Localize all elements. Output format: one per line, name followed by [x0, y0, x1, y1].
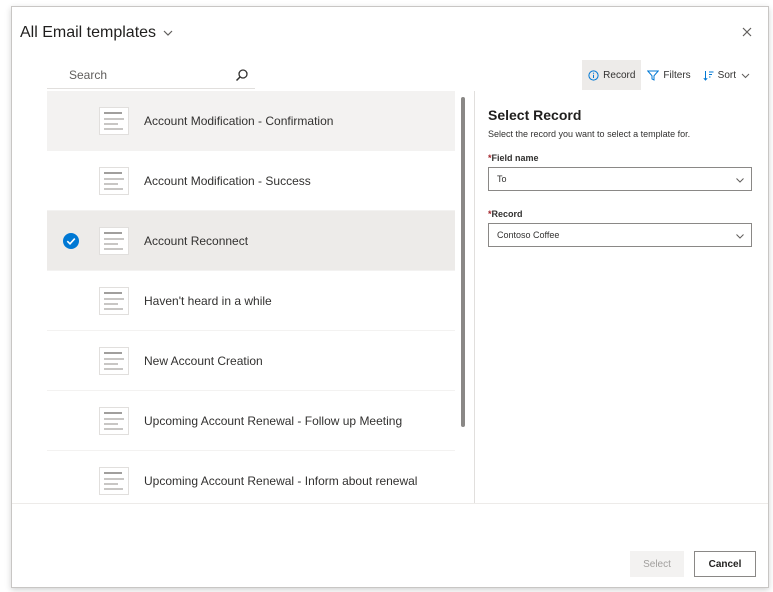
close-icon[interactable]: [740, 25, 754, 39]
template-name: Haven't heard in a while: [144, 293, 272, 308]
template-name: Account Modification - Confirmation: [144, 113, 334, 128]
sort-button-label: Sort: [717, 69, 736, 81]
list-scrollbar[interactable]: [461, 97, 465, 427]
template-thumbnail: [99, 287, 129, 315]
template-list: Account Modification - Confirmation Acco…: [47, 91, 455, 503]
dialog-title: All Email templates: [20, 24, 157, 41]
template-name: New Account Creation: [144, 353, 263, 368]
select-record-panel: Select Record Select the record you want…: [488, 107, 758, 265]
select-button[interactable]: Select: [630, 551, 684, 577]
template-name: Upcoming Account Renewal - Follow up Mee…: [144, 413, 403, 428]
template-item-selected[interactable]: Account Reconnect: [47, 211, 455, 271]
dialog-header: All Email templates: [12, 7, 768, 55]
template-category-dropdown[interactable]: All Email templates: [20, 24, 174, 42]
sort-button[interactable]: Sort: [697, 60, 756, 90]
filter-icon: [647, 70, 660, 81]
chevron-down-icon: [736, 178, 744, 183]
template-item[interactable]: Account Modification - Success: [47, 151, 455, 211]
search-box: [47, 62, 255, 89]
template-thumbnail: [99, 167, 129, 195]
record-value: Contoso Coffee: [497, 230, 560, 240]
email-templates-dialog: All Email templates Record: [11, 6, 769, 588]
record-select[interactable]: Contoso Coffee: [488, 223, 752, 247]
search-input[interactable]: [47, 67, 227, 83]
chevron-down-icon: [741, 73, 750, 78]
template-name: Upcoming Account Renewal - Inform about …: [144, 473, 418, 488]
template-item[interactable]: Upcoming Account Renewal - Follow up Mee…: [47, 391, 455, 451]
template-thumbnail: [99, 107, 129, 135]
template-thumbnail: [99, 227, 129, 255]
chevron-down-icon: [736, 234, 744, 239]
template-thumbnail: [99, 347, 129, 375]
template-item[interactable]: New Account Creation: [47, 331, 455, 391]
cancel-button[interactable]: Cancel: [694, 551, 756, 577]
template-thumbnail: [99, 407, 129, 435]
panel-description: Select the record you want to select a t…: [488, 129, 691, 139]
template-name: Account Reconnect: [144, 233, 249, 248]
record-label: *Record: [488, 209, 523, 219]
template-name: Account Modification - Success: [144, 173, 311, 188]
dialog-footer: Select Cancel: [630, 551, 756, 577]
toolbar: Record Filters Sort: [582, 60, 756, 90]
sort-icon: [703, 70, 714, 81]
record-button-label: Record: [603, 69, 636, 81]
template-item[interactable]: Account Modification - Confirmation: [47, 91, 455, 151]
filters-button[interactable]: Filters: [641, 60, 696, 90]
field-name-select[interactable]: To: [488, 167, 752, 191]
footer-divider: [12, 503, 768, 504]
record-button[interactable]: Record: [582, 60, 642, 90]
template-thumbnail: [99, 467, 129, 495]
panel-title: Select Record: [488, 107, 582, 123]
search-icon[interactable]: [235, 68, 249, 82]
field-name-label: *Field name: [488, 153, 539, 163]
panel-divider: [474, 91, 475, 503]
filters-button-label: Filters: [663, 69, 691, 81]
chevron-down-icon: [163, 30, 173, 36]
checkmark-circle-icon[interactable]: [63, 233, 79, 249]
field-name-value: To: [497, 174, 507, 184]
template-item[interactable]: Haven't heard in a while: [47, 271, 455, 331]
info-icon: [588, 69, 599, 81]
template-item[interactable]: Upcoming Account Renewal - Inform about …: [47, 451, 455, 503]
